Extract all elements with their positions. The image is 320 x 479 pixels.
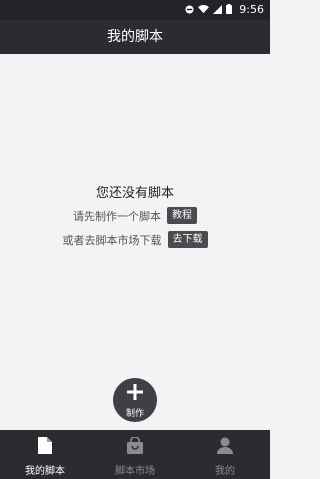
app-header: 我的脚本: [0, 20, 270, 54]
do-not-disturb-icon: [185, 4, 194, 14]
document-icon: [38, 437, 52, 454]
download-hint-row: 或者去脚本市场下载 去下载: [0, 231, 270, 248]
wifi-icon: [198, 4, 209, 13]
shopping-bag-icon: [127, 437, 143, 454]
tab-me-label: 我的: [215, 466, 235, 477]
plus-icon: [127, 384, 143, 400]
create-script-button[interactable]: 制作: [113, 378, 157, 422]
page-title: 我的脚本: [107, 29, 163, 45]
battery-icon: [226, 4, 232, 14]
tutorial-hint-row: 请先制作一个脚本 教程: [0, 207, 270, 224]
empty-state-title: 您还没有脚本: [95, 186, 174, 201]
tab-script-market-label: 脚本市场: [115, 466, 155, 477]
main-content: 您还没有脚本 请先制作一个脚本 教程 或者去脚本市场下载 去下载: [0, 54, 270, 430]
status-time: 9:56: [239, 3, 264, 16]
download-hint-text: 或者去脚本市场下载: [62, 233, 162, 247]
tutorial-button[interactable]: 教程: [167, 207, 197, 224]
tab-script-market[interactable]: 脚本市场: [90, 430, 180, 479]
status-bar: 9:56: [0, 0, 270, 20]
tutorial-hint-text: 请先制作一个脚本: [73, 209, 161, 223]
download-button[interactable]: 去下载: [167, 231, 208, 248]
bottom-tab-bar: 我的脚本 脚本市场 我的: [0, 430, 270, 479]
tab-me[interactable]: 我的: [180, 430, 270, 479]
tab-my-scripts-label: 我的脚本: [25, 466, 65, 477]
status-icons: [185, 4, 232, 14]
signal-icon: [213, 4, 222, 14]
create-script-label: 制作: [125, 409, 144, 419]
person-icon: [217, 437, 233, 454]
tab-my-scripts[interactable]: 我的脚本: [0, 430, 90, 479]
